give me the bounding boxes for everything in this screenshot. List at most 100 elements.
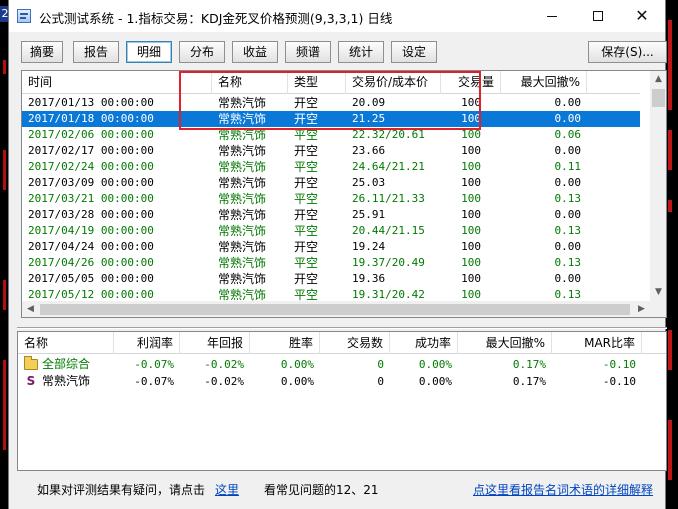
summary-table[interactable]: 名称 利润率 年回报 胜率 交易数 成功率 最大回撤% MAR比率 全部综合 -0… [17,331,667,471]
scroll-down-icon[interactable]: ▼ [650,284,666,301]
cell-type: 平空 [294,192,319,206]
column-header-type[interactable]: 类型 [288,71,346,94]
table-row[interactable]: 2017/03/09 00:00:00 常熟汽饰 开空 25.03 100 0.00 [22,175,640,191]
summary-header-trades[interactable]: 交易数 [320,332,390,354]
summary-header-name[interactable]: 名称 [18,332,114,354]
backdrop-bar [668,420,672,480]
backdrop-bar [3,60,6,74]
cell-name: 常熟汽饰 [218,160,267,174]
cell-time: 2017/04/26 00:00:00 [28,256,154,269]
table-row[interactable]: 2017/01/18 00:00:00 常熟汽饰 开空 21.25 100 0.00 [22,111,640,127]
footer-hint-text: 如果对评测结果有疑问，请点击 [37,483,206,497]
cell-volume: 100 [461,160,481,173]
cell-volume: 100 [461,224,481,237]
cell-volume: 100 [461,128,481,141]
horizontal-scroll-thumb[interactable] [40,304,630,315]
summary-header-success-rate[interactable]: 成功率 [390,332,458,354]
vertical-scrollbar[interactable]: ▲ ▼ [650,71,666,301]
tab-spectrum[interactable]: 频谱 [285,41,331,63]
summary-header-win-rate[interactable]: 胜率 [250,332,320,354]
table-row[interactable]: 2017/03/28 00:00:00 常熟汽饰 开空 25.91 100 0.00 [22,207,640,223]
tab-distribution[interactable]: 分布 [179,41,225,63]
table-row[interactable]: 2017/02/17 00:00:00 常熟汽饰 开空 23.66 100 0.00 [22,143,640,159]
cell-time: 2017/01/13 00:00:00 [28,96,154,109]
tab-settings[interactable]: 设定 [391,41,437,63]
table-row[interactable]: 2017/04/24 00:00:00 常熟汽饰 开空 19.24 100 0.00 [22,239,640,255]
panel-splitter[interactable] [17,327,667,329]
vertical-scroll-thumb[interactable] [652,89,665,107]
summary-cell-name: 全部综合 [42,357,91,371]
scroll-up-icon[interactable]: ▲ [650,71,666,88]
cell-price: 22.32/20.61 [352,128,425,141]
table-row[interactable]: 2017/02/24 00:00:00 常熟汽饰 平空 24.64/21.21 100 0… [22,159,640,175]
summary-header-max-drawdown[interactable]: 最大回撤% [458,332,552,354]
cell-type: 开空 [294,144,319,158]
tab-summary[interactable]: 摘要 [21,41,63,63]
cell-price: 19.37/20.49 [352,256,425,269]
column-header-price[interactable]: 交易价/成本价 [346,71,441,94]
scrollbar-corner [650,301,666,317]
summary-cell-mar: -0.10 [602,358,636,371]
table-row[interactable]: 2017/01/13 00:00:00 常熟汽饰 开空 20.09 100 0.00 [22,95,640,111]
cell-type: 平空 [294,256,319,270]
table-row[interactable]: 2017/03/21 00:00:00 常熟汽饰 平空 26.11/21.33 100 0… [22,191,640,207]
cell-time: 2017/02/06 00:00:00 [28,128,154,141]
column-header-max-drawdown[interactable]: 最大回撤% [501,71,587,94]
summary-header-annual-return[interactable]: 年回报 [180,332,250,354]
cell-max-drawdown: 0.11 [554,160,582,173]
footer-glossary-link[interactable]: 点这里看报告名词术语的详细解释 [473,481,653,498]
table-row[interactable]: 2017/05/05 00:00:00 常熟汽饰 开空 19.36 100 0.00 [22,271,640,287]
column-header-volume[interactable]: 交易量 [441,71,501,94]
cell-price: 20.09 [352,96,386,109]
cell-time: 2017/04/24 00:00:00 [28,240,154,253]
trade-detail-table[interactable]: 时间 名称 类型 交易价/成本价 交易量 最大回撤% 2017/01/13 00… [21,70,667,318]
cell-name: 常熟汽饰 [218,192,267,206]
column-header-time[interactable]: 时间 [22,71,212,94]
formula-test-window: 公式测试系统 - 1.指标交易：KDJ金死叉价格预测(9,3,3,1) 日线 ✕… [8,0,667,509]
summary-row[interactable]: S 常熟汽饰 -0.07% -0.02% 0.00% 0 0.00% 0.17% -0.10 [18,373,648,390]
cell-max-drawdown: 0.00 [554,144,582,157]
cell-time: 2017/02/17 00:00:00 [28,144,154,157]
footer-faq-link[interactable]: 这里 [215,481,239,498]
cell-max-drawdown: 0.00 [554,208,582,221]
column-header-name[interactable]: 名称 [212,71,288,94]
backdrop-right [666,0,678,509]
cell-volume: 100 [461,272,481,285]
summary-cell-trades: 0 [377,375,384,388]
summary-cell-win-rate: 0.00% [280,358,314,371]
cell-type: 平空 [294,160,319,174]
tab-statistics[interactable]: 统计 [338,41,384,63]
minimize-button[interactable] [529,0,575,32]
close-button[interactable]: ✕ [619,0,665,32]
cell-type: 开空 [294,112,319,126]
summary-row[interactable]: 全部综合 -0.07% -0.02% 0.00% 0 0.00% 0.17% -0.10 [18,356,648,373]
tab-report[interactable]: 报告 [73,41,119,63]
cell-type: 开空 [294,96,319,110]
table-row[interactable]: 2017/04/26 00:00:00 常熟汽饰 平空 19.37/20.49 100 0… [22,255,640,271]
summary-table-header: 名称 利润率 年回报 胜率 交易数 成功率 最大回撤% MAR比率 [18,332,666,354]
summary-header-profit-rate[interactable]: 利润率 [114,332,180,354]
tab-detail[interactable]: 明细 [126,41,172,63]
table-row[interactable]: 2017/04/19 00:00:00 常熟汽饰 平空 20.44/21.15 100 0… [22,223,640,239]
cell-max-drawdown: 0.00 [554,176,582,189]
horizontal-scrollbar[interactable]: ◀ ▶ [22,301,650,317]
title-bar[interactable]: 公式测试系统 - 1.指标交易：KDJ金死叉价格预测(9,3,3,1) 日线 ✕ [9,0,665,32]
cell-type: 开空 [294,272,319,286]
cell-time: 2017/03/21 00:00:00 [28,192,154,205]
scroll-right-icon[interactable]: ▶ [633,301,650,317]
cell-name: 常熟汽饰 [218,144,267,158]
maximize-button[interactable] [575,0,621,32]
cell-price: 21.25 [352,112,386,125]
cell-name: 常熟汽饰 [218,208,267,222]
table-row[interactable]: 2017/02/06 00:00:00 常熟汽饰 平空 22.32/20.61 100 0… [22,127,640,143]
cell-price: 19.24 [352,240,386,253]
save-button[interactable]: 保存(S)... [588,41,667,63]
cell-price: 20.44/21.15 [352,224,425,237]
summary-header-mar[interactable]: MAR比率 [552,332,642,354]
scroll-left-icon[interactable]: ◀ [22,301,39,317]
cell-max-drawdown: 0.06 [554,128,582,141]
cell-max-drawdown: 0.00 [554,240,582,253]
cell-volume: 100 [461,112,481,125]
summary-cell-name: 常熟汽饰 [42,374,91,388]
tab-earnings[interactable]: 收益 [232,41,278,63]
